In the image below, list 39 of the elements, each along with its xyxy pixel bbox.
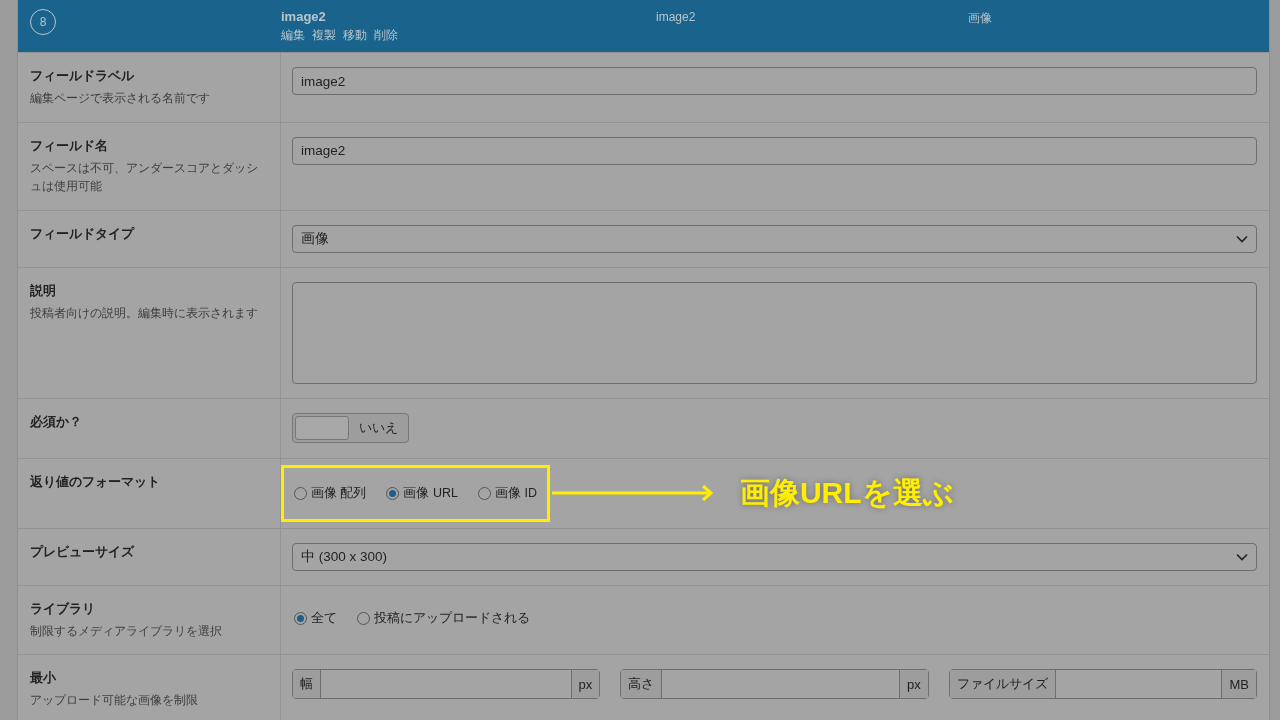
setting-label: プレビューサイズ [30,543,136,561]
setting-description: アップロード可能な画像を制限 [30,692,199,710]
textarea-field[interactable] [292,281,1257,384]
toggle-switch[interactable]: いいえ [292,412,409,443]
radio-option[interactable]: 画像 URL [386,484,458,502]
row-action-link[interactable]: 移動 [343,27,367,44]
setting-label: 最小 [30,670,57,688]
setting-label: フィールド名 [30,137,109,155]
field-type-text: 画像 [968,10,992,27]
text-input-field[interactable]: image2 [292,136,1257,165]
radio-option[interactable]: 全て [294,609,337,627]
chevron-down-icon [1236,234,1248,243]
radio-option[interactable]: 画像 ID [477,484,537,502]
setting-description: 制限するメディアライブラリを選択 [30,622,223,640]
input-group-field[interactable]: 高さ px [620,669,929,700]
annotation-text: 画像URLを選ぶ [739,474,954,511]
chevron-down-icon [1236,552,1248,561]
radio-option[interactable]: 投稿にアップロードされる [357,609,530,627]
field-label-text[interactable]: image2 [281,9,656,24]
setting-description: 投稿者向けの説明。編集時に表示されます [30,304,259,322]
setting-description: スペースは不可、アンダースコアとダッシュは使用可能 [30,159,259,196]
row-action-link[interactable]: 削除 [374,27,398,44]
select-dropdown[interactable]: 画像 [292,224,1257,253]
setting-label: 返り値のフォーマット [30,473,161,491]
field-name-text: image2 [656,9,697,24]
setting-label: 説明 [30,282,57,300]
setting-label: フィールドラベル [30,68,135,85]
input-group-field[interactable]: 幅 px [292,669,601,700]
setting-label: 必須か？ [30,413,83,431]
row-action-link[interactable]: 編集 [281,27,305,44]
select-dropdown[interactable]: 中 (300 x 300) [292,542,1257,571]
radio-option[interactable]: 画像 配列 [294,484,367,502]
setting-label: フィールドタイプ [30,225,136,243]
setting-description: 編集ページで表示される名前です [30,90,211,107]
setting-label: ライブラリ [30,600,96,618]
text-input-field[interactable]: image2 [292,67,1257,95]
input-group-field[interactable]: ファイルサイズ MB [948,669,1257,700]
arrow-icon [551,483,716,504]
row-action-link[interactable]: 複製 [312,27,336,44]
